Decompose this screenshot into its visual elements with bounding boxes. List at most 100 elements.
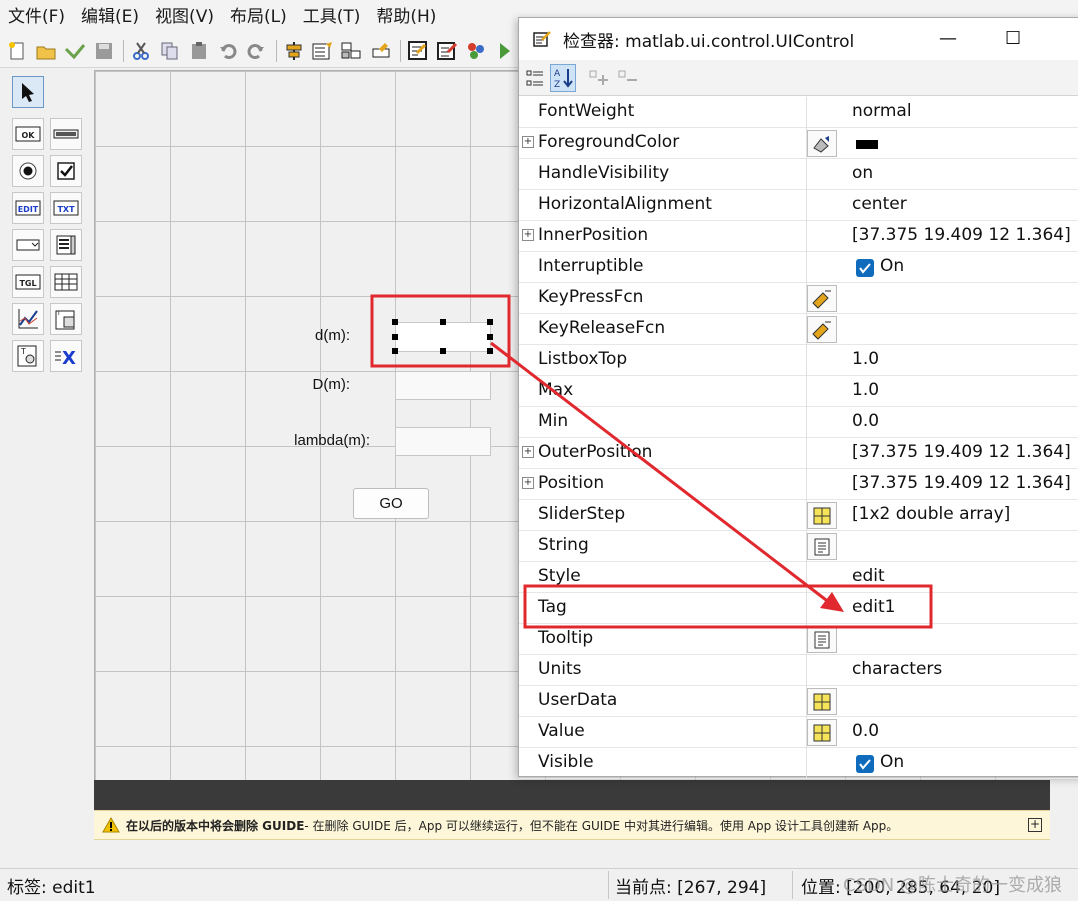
- save-icon[interactable]: [62, 37, 89, 64]
- menu-item[interactable]: 帮助(H): [368, 0, 444, 34]
- minimize-button[interactable]: —: [939, 28, 957, 49]
- property-value[interactable]: center: [852, 194, 907, 214]
- checkbox-checked-icon[interactable]: [856, 259, 874, 277]
- text-editor-icon[interactable]: [807, 626, 837, 653]
- listbox-icon[interactable]: [50, 229, 82, 261]
- maximize-button[interactable]: ☐: [1005, 28, 1021, 49]
- label-D[interactable]: D(m):: [296, 376, 351, 393]
- menu-item[interactable]: 布局(L): [222, 0, 295, 34]
- color-picker-icon[interactable]: [807, 130, 837, 157]
- color-swatch[interactable]: [856, 140, 878, 149]
- property-value[interactable]: 1.0: [852, 380, 879, 400]
- menu-item[interactable]: 视图(V): [147, 0, 222, 34]
- checkbox-icon[interactable]: [50, 155, 82, 187]
- property-row-handlevisibility[interactable]: HandleVisibility on: [519, 159, 1078, 190]
- property-row-string[interactable]: String: [519, 531, 1078, 562]
- property-value[interactable]: edit1: [852, 597, 895, 617]
- disk-icon[interactable]: [90, 37, 117, 64]
- property-row-interruptible[interactable]: Interruptible On: [519, 252, 1078, 283]
- label-lambda[interactable]: lambda(m):: [270, 432, 370, 449]
- radio-button-icon[interactable]: [12, 155, 44, 187]
- property-row-visible[interactable]: Visible On: [519, 748, 1078, 779]
- property-value[interactable]: 0.0: [852, 721, 879, 741]
- object-browser-icon[interactable]: [462, 37, 489, 64]
- label-d[interactable]: d(m):: [296, 327, 350, 344]
- slider-icon[interactable]: [50, 118, 82, 150]
- popup-menu-icon[interactable]: [12, 229, 44, 261]
- paste-icon[interactable]: [186, 37, 213, 64]
- property-value[interactable]: characters: [852, 659, 942, 679]
- edit-D[interactable]: [395, 371, 491, 400]
- property-row-units[interactable]: Units characters: [519, 655, 1078, 686]
- property-value[interactable]: [37.375 19.409 12 1.364]: [852, 473, 1071, 493]
- selection-handle[interactable]: [487, 334, 493, 340]
- property-row-listboxtop[interactable]: ListboxTop 1.0: [519, 345, 1078, 376]
- property-value[interactable]: [37.375 19.409 12 1.364]: [852, 442, 1071, 462]
- expand-icon[interactable]: +: [522, 229, 534, 241]
- property-value[interactable]: edit: [852, 566, 885, 586]
- toggle-button-icon[interactable]: TGL: [12, 266, 44, 298]
- checkbox-checked-icon[interactable]: [856, 755, 874, 773]
- activex-icon[interactable]: X: [50, 340, 82, 372]
- panel-icon[interactable]: T: [50, 303, 82, 335]
- static-text-icon[interactable]: TXT: [50, 192, 82, 224]
- select-arrow-icon[interactable]: [12, 76, 44, 108]
- property-row-innerposition[interactable]: + InnerPosition [37.375 19.409 12 1.364]: [519, 221, 1078, 252]
- property-value[interactable]: normal: [852, 101, 912, 121]
- expand-icon[interactable]: +: [522, 136, 534, 148]
- table-icon[interactable]: [50, 266, 82, 298]
- sort-alpha-icon[interactable]: AZ: [550, 64, 576, 92]
- callback-pencil-icon[interactable]: [807, 316, 837, 343]
- selection-handle[interactable]: [440, 348, 446, 354]
- property-value[interactable]: 0.0: [852, 411, 879, 431]
- new-file-icon[interactable]: [4, 37, 31, 64]
- toolbar-editor-icon[interactable]: [367, 37, 394, 64]
- redo-icon[interactable]: [243, 37, 270, 64]
- array-editor-icon[interactable]: [807, 719, 837, 746]
- property-inspector-icon[interactable]: [434, 37, 461, 64]
- array-editor-icon[interactable]: [807, 688, 837, 715]
- property-row-userdata[interactable]: UserData: [519, 686, 1078, 717]
- expand-icon[interactable]: +: [522, 477, 534, 489]
- property-row-tag[interactable]: Tag edit1: [519, 593, 1078, 624]
- property-row-value[interactable]: Value 0.0: [519, 717, 1078, 748]
- edit-text-icon[interactable]: EDIT: [12, 192, 44, 224]
- property-value[interactable]: 1.0: [852, 349, 879, 369]
- property-row-fontweight[interactable]: FontWeight normal: [519, 97, 1078, 128]
- menu-item[interactable]: 文件(F): [0, 0, 73, 34]
- align-icon[interactable]: [281, 37, 308, 64]
- property-row-foregroundcolor[interactable]: + ForegroundColor: [519, 128, 1078, 159]
- property-row-max[interactable]: Max 1.0: [519, 376, 1078, 407]
- menu-item[interactable]: 编辑(E): [73, 0, 147, 34]
- edit-lambda[interactable]: [395, 427, 491, 456]
- property-row-style[interactable]: Style edit: [519, 562, 1078, 593]
- property-row-keypressfcn[interactable]: KeyPressFcn: [519, 283, 1078, 314]
- property-row-sliderstep[interactable]: SliderStep [1x2 double array]: [519, 500, 1078, 531]
- property-row-horizontalalignment[interactable]: HorizontalAlignment center: [519, 190, 1078, 221]
- property-value[interactable]: [1x2 double array]: [852, 504, 1010, 524]
- inspector-titlebar[interactable]: 检查器: matlab.ui.control.UIControl — ☐: [519, 18, 1078, 60]
- selection-handle[interactable]: [440, 319, 446, 325]
- array-editor-icon[interactable]: [807, 502, 837, 529]
- property-row-position[interactable]: + Position [37.375 19.409 12 1.364]: [519, 469, 1078, 500]
- callback-pencil-icon[interactable]: [807, 285, 837, 312]
- expand-all-icon[interactable]: [587, 64, 613, 92]
- property-row-tooltip[interactable]: Tooltip: [519, 624, 1078, 655]
- property-row-outerposition[interactable]: + OuterPosition [37.375 19.409 12 1.364]: [519, 438, 1078, 469]
- selection-handle[interactable]: [487, 319, 493, 325]
- copy-icon[interactable]: [157, 37, 184, 64]
- cut-icon[interactable]: [128, 37, 155, 64]
- push-button-icon[interactable]: OK: [12, 118, 44, 150]
- menu-editor-icon[interactable]: [310, 37, 337, 64]
- expand-icon[interactable]: +: [522, 446, 534, 458]
- property-value[interactable]: [37.375 19.409 12 1.364]: [852, 225, 1071, 245]
- axes-icon[interactable]: [12, 303, 44, 335]
- go-button[interactable]: GO: [353, 488, 429, 519]
- run-icon[interactable]: [491, 37, 518, 64]
- categorize-icon[interactable]: [522, 64, 548, 92]
- open-folder-icon[interactable]: [33, 37, 60, 64]
- property-row-min[interactable]: Min 0.0: [519, 407, 1078, 438]
- selection-handle[interactable]: [392, 334, 398, 340]
- property-row-keyreleasefcn[interactable]: KeyReleaseFcn: [519, 314, 1078, 345]
- selection-handle[interactable]: [487, 348, 493, 354]
